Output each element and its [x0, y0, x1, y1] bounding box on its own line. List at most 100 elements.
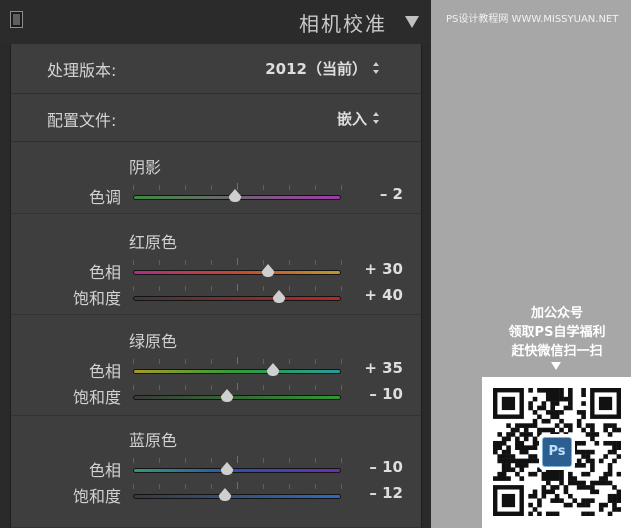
- slider-tick: [289, 286, 290, 291]
- slider-thumb[interactable]: [220, 462, 233, 475]
- slider-track[interactable]: [133, 494, 341, 499]
- panel-collapse-box-icon[interactable]: [10, 11, 23, 28]
- up-down-stepper-icon[interactable]: [372, 112, 381, 124]
- slider-thumb[interactable]: [218, 488, 231, 501]
- slider-label: 色相: [88, 362, 121, 381]
- slider-track[interactable]: [133, 270, 341, 275]
- slider-track[interactable]: [133, 468, 341, 473]
- slider-value[interactable]: – 10: [369, 385, 403, 403]
- section-3: 蓝原色 色相 – 10 饱和度 – 12: [11, 417, 421, 528]
- slider-tick: [289, 359, 290, 364]
- section-2: 绿原色 色相 + 35 饱和度 – 10: [11, 316, 421, 416]
- slider-tick: [237, 482, 238, 489]
- slider-tick: [159, 286, 160, 291]
- ps-logo-icon: Ps: [539, 434, 575, 470]
- slider-tick: [263, 359, 264, 364]
- process-version-row: 处理版本: 2012（当前）: [11, 44, 421, 94]
- slider-tick: [289, 385, 290, 390]
- slider-tick: [341, 458, 342, 463]
- slider-row: 色相 – 10: [11, 455, 421, 481]
- slider-tick: [185, 286, 186, 291]
- site-watermark: PS设计教程网 WWW.MISSYUAN.NET: [446, 14, 619, 25]
- section-title: 阴影: [129, 158, 162, 177]
- profile-value[interactable]: 嵌入: [337, 108, 367, 129]
- up-down-stepper-icon[interactable]: [372, 62, 381, 74]
- slider-ticks: [133, 482, 342, 491]
- slider-tick: [159, 185, 160, 190]
- slider-label: 饱和度: [72, 487, 121, 506]
- promo-line-3: 赶快微信扫一扫: [511, 344, 603, 359]
- slider-tick: [341, 260, 342, 265]
- slider-tick: [289, 185, 290, 190]
- triangle-down-icon[interactable]: [405, 16, 419, 28]
- slider-tick: [133, 484, 134, 489]
- arrow-down-icon: [551, 362, 561, 370]
- slider-label: 色相: [88, 461, 121, 480]
- slider-thumb[interactable]: [228, 189, 241, 202]
- slider-tick: [263, 185, 264, 190]
- qr-code-card: Ps: [482, 377, 631, 528]
- slider-tick: [341, 286, 342, 291]
- slider-thumb[interactable]: [220, 389, 233, 402]
- slider-tick: [159, 359, 160, 364]
- slider-tick: [133, 385, 134, 390]
- slider-tick: [185, 385, 186, 390]
- slider-tick: [237, 383, 238, 390]
- slider-tick: [315, 286, 316, 291]
- slider-tick: [263, 458, 264, 463]
- section-0: 阴影色调 – 2: [11, 142, 421, 214]
- slider-tick: [315, 359, 316, 364]
- profile-row: 配置文件: 嵌入: [11, 95, 421, 142]
- slider-tick: [133, 458, 134, 463]
- slider-row: 色调 – 2: [11, 182, 421, 208]
- slider-ticks: [133, 284, 342, 293]
- slider-value[interactable]: + 30: [364, 260, 403, 278]
- slider-value[interactable]: – 10: [369, 458, 403, 476]
- slider-tick: [185, 458, 186, 463]
- panel-header[interactable]: 相机校准: [0, 0, 431, 44]
- slider-tick: [263, 484, 264, 489]
- camera-calibration-panel: 相机校准 处理版本: 2012（当前） 配置文件: 嵌入 阴影 色调 – 2 红原色色…: [0, 0, 431, 528]
- promo-line-1: 加公众号: [530, 306, 583, 321]
- slider-tick: [133, 185, 134, 190]
- slider-tick: [341, 484, 342, 489]
- slider-tick: [185, 260, 186, 265]
- slider-tick: [315, 185, 316, 190]
- slider-tick: [159, 260, 160, 265]
- slider-tick: [237, 258, 238, 265]
- slider-thumb[interactable]: [262, 264, 275, 277]
- slider-track[interactable]: [133, 395, 341, 400]
- slider-ticks: [133, 456, 342, 465]
- slider-tick: [341, 385, 342, 390]
- slider-row: 饱和度 + 40: [11, 283, 421, 309]
- ps-logo-text: Ps: [542, 437, 572, 467]
- slider-thumb[interactable]: [267, 363, 280, 376]
- slider-tick: [289, 260, 290, 265]
- section-title: 绿原色: [129, 332, 178, 351]
- slider-value[interactable]: + 40: [364, 286, 403, 304]
- promo-line-2: 领取PS自学福利: [508, 325, 606, 340]
- slider-track[interactable]: [133, 369, 341, 374]
- slider-tick: [315, 458, 316, 463]
- slider-thumb[interactable]: [272, 290, 285, 303]
- slider-tick: [159, 484, 160, 489]
- slider-tick: [211, 484, 212, 489]
- slider-row: 饱和度 – 12: [11, 481, 421, 507]
- slider-ticks: [133, 258, 342, 267]
- slider-value[interactable]: + 35: [364, 359, 403, 377]
- panel-body: 处理版本: 2012（当前） 配置文件: 嵌入 阴影色调 – 2 红原色色相 + 30…: [10, 44, 422, 528]
- slider-tick: [133, 260, 134, 265]
- process-version-label: 处理版本:: [47, 61, 117, 80]
- slider-tick: [211, 385, 212, 390]
- slider-value[interactable]: – 12: [369, 484, 403, 502]
- slider-value[interactable]: – 2: [380, 185, 403, 203]
- profile-label: 配置文件:: [47, 111, 117, 130]
- section-title: 红原色: [129, 233, 178, 252]
- slider-tick: [185, 484, 186, 489]
- process-version-value[interactable]: 2012（当前）: [265, 58, 367, 79]
- slider-tick: [237, 284, 238, 291]
- slider-ticks: [133, 357, 342, 366]
- slider-track[interactable]: [133, 296, 341, 301]
- slider-row: 色相 + 35: [11, 356, 421, 382]
- slider-tick: [211, 286, 212, 291]
